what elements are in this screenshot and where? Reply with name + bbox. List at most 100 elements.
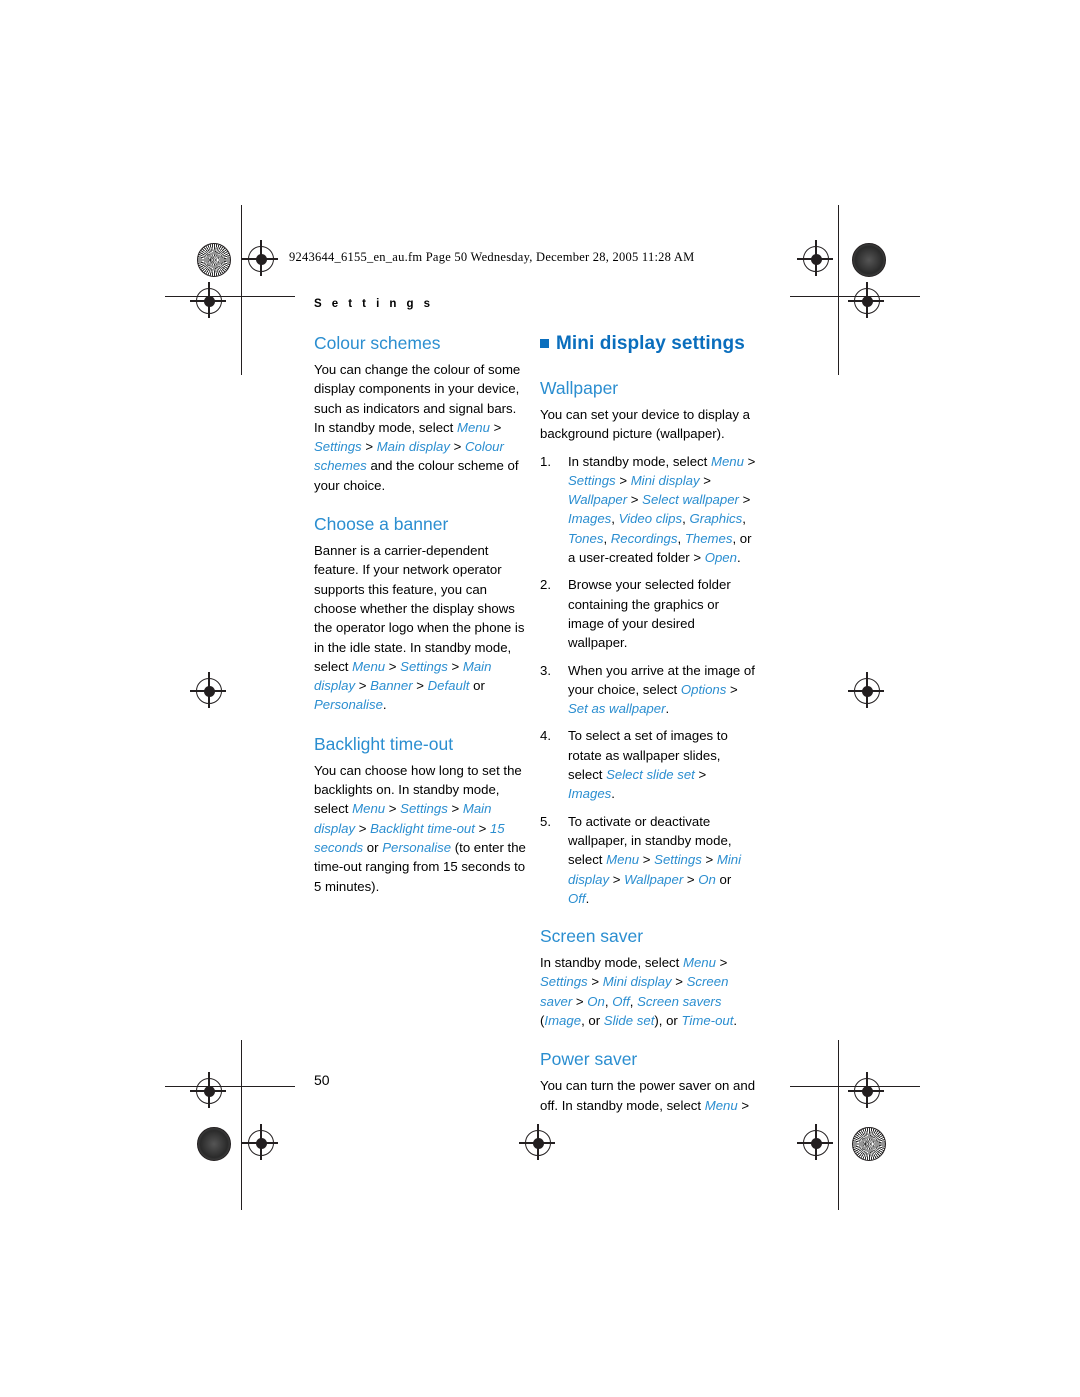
menu-path-menu: Menu bbox=[456, 419, 490, 435]
paragraph-colour-schemes: You can change the colour of some displa… bbox=[314, 360, 526, 495]
path-sep: > bbox=[615, 472, 631, 488]
path-sep: > bbox=[738, 492, 751, 508]
list-item: 3. When you arrive at the image of your c… bbox=[540, 661, 756, 719]
path-sep: > bbox=[489, 419, 502, 435]
registration-target-right-upper bbox=[848, 282, 884, 318]
running-head: S e t t i n g s bbox=[314, 298, 434, 310]
heading-mini-display-settings: Mini display settings bbox=[540, 333, 756, 355]
text-screen-saver-tail: . bbox=[733, 1013, 738, 1029]
text-comma-or: , or bbox=[581, 1013, 604, 1029]
path-sep: > bbox=[699, 472, 711, 488]
menu-path-settings: Settings bbox=[314, 439, 362, 455]
text-comma: , bbox=[742, 511, 746, 527]
text-banner-tail: . bbox=[382, 697, 387, 713]
wallpaper-steps-list: 1. In standby mode, select Menu > Setting… bbox=[540, 452, 756, 909]
step-text-tail: . bbox=[585, 890, 590, 906]
path-sep: > bbox=[627, 492, 643, 508]
text-or: or bbox=[363, 839, 383, 855]
path-sep: > bbox=[715, 955, 728, 971]
registration-target-left-middle bbox=[190, 672, 226, 708]
rosette-mark-bottom-right bbox=[852, 1127, 886, 1161]
path-sep: > bbox=[361, 439, 377, 455]
registration-target-right-middle bbox=[848, 672, 884, 708]
page-number: 50 bbox=[314, 1072, 330, 1088]
menu-path-on: On bbox=[587, 993, 605, 1009]
step-text-tail: . bbox=[611, 786, 615, 802]
path-sep: > bbox=[694, 767, 707, 783]
path-sep: > bbox=[450, 439, 466, 455]
text-comma: , bbox=[677, 530, 685, 546]
crop-line-bottom-left bbox=[165, 1086, 295, 1087]
path-sep: > bbox=[683, 871, 699, 887]
menu-path-main-display: Main display bbox=[376, 439, 450, 455]
step-number: 1. bbox=[540, 453, 551, 469]
path-sep: > bbox=[572, 993, 588, 1009]
step-number: 3. bbox=[540, 662, 551, 678]
rosette-mark-top-right bbox=[852, 243, 886, 277]
text-or: or bbox=[469, 678, 485, 694]
crop-line-left-lower bbox=[241, 1040, 242, 1210]
menu-path-settings: Settings bbox=[540, 974, 588, 990]
menu-path-graphics: Graphics bbox=[689, 511, 743, 527]
step-number: 5. bbox=[540, 813, 551, 829]
menu-path-settings: Settings bbox=[654, 852, 702, 868]
registration-target-left-lower bbox=[190, 1072, 226, 1108]
text-or: or bbox=[715, 871, 732, 887]
heading-mini-display-settings-label: Mini display settings bbox=[556, 333, 745, 354]
menu-path-off: Off bbox=[568, 890, 586, 906]
menu-path-menu: Menu bbox=[704, 1097, 738, 1113]
menu-path-menu: Menu bbox=[606, 852, 640, 868]
paragraph-choose-a-banner: Banner is a carrier-dependent feature. I… bbox=[314, 541, 526, 715]
heading-backlight-time-out: Backlight time-out bbox=[314, 733, 454, 754]
menu-path-mini-display: Mini display bbox=[602, 974, 672, 990]
path-sep: > bbox=[355, 820, 371, 836]
list-item: 2. Browse your selected folder containing… bbox=[540, 575, 756, 652]
heading-choose-a-banner: Choose a banner bbox=[314, 514, 449, 535]
menu-path-recordings: Recordings bbox=[610, 530, 678, 546]
path-sep: > bbox=[474, 820, 490, 836]
path-sep: > bbox=[701, 852, 717, 868]
bullet-square-icon bbox=[540, 339, 549, 348]
menu-path-wallpaper: Wallpaper bbox=[568, 492, 628, 508]
path-sep: > bbox=[385, 801, 401, 817]
menu-path-wallpaper: Wallpaper bbox=[624, 871, 684, 887]
step-text-tail: . bbox=[665, 701, 670, 717]
list-item: 1. In standby mode, select Menu > Setting… bbox=[540, 452, 756, 568]
menu-path-images: Images bbox=[568, 511, 612, 527]
menu-path-on: On bbox=[698, 871, 716, 887]
menu-path-video-clips: Video clips bbox=[618, 511, 683, 527]
menu-path-menu: Menu bbox=[352, 801, 386, 817]
path-sep: > bbox=[743, 453, 756, 469]
registration-target-left-upper bbox=[190, 282, 226, 318]
heading-power-saver: Power saver bbox=[540, 1049, 638, 1070]
registration-target-bottom-right bbox=[797, 1124, 833, 1160]
menu-path-time-out: Time-out bbox=[681, 1013, 734, 1029]
list-item: 4. To select a set of images to rotate as… bbox=[540, 726, 756, 803]
left-column: Colour schemes You can change the colour… bbox=[314, 333, 526, 896]
menu-path-backlight-time-out: Backlight time-out bbox=[370, 820, 475, 836]
menu-path-personalise: Personalise bbox=[382, 839, 452, 855]
menu-path-banner: Banner bbox=[370, 678, 413, 694]
paragraph-power-saver: You can turn the power saver on and off.… bbox=[540, 1076, 756, 1115]
crop-line-right-lower bbox=[838, 1040, 839, 1210]
menu-path-menu: Menu bbox=[682, 955, 716, 971]
registration-target-top-left bbox=[242, 240, 278, 276]
menu-path-select-wallpaper: Select wallpaper bbox=[642, 492, 739, 508]
path-sep: > bbox=[447, 801, 463, 817]
heading-colour-schemes: Colour schemes bbox=[314, 333, 441, 353]
paragraph-screen-saver: In standby mode, select Menu > Settings … bbox=[540, 953, 756, 1030]
menu-path-image: Image bbox=[544, 1013, 582, 1029]
menu-path-set-as-wallpaper: Set as wallpaper bbox=[568, 701, 666, 717]
path-sep: > bbox=[385, 658, 401, 674]
menu-path-tones: Tones bbox=[568, 530, 604, 546]
registration-target-bottom-left bbox=[242, 1124, 278, 1160]
menu-path-menu: Menu bbox=[710, 453, 744, 469]
step-text-lead: In standby mode, select bbox=[568, 453, 711, 469]
registration-target-bottom-center bbox=[519, 1124, 555, 1160]
path-sep: > bbox=[587, 974, 603, 990]
path-sep: > bbox=[355, 678, 371, 694]
menu-path-screen-savers: Screen savers bbox=[637, 993, 722, 1009]
menu-path-settings: Settings bbox=[400, 801, 448, 817]
crop-line-bottom-right bbox=[790, 1086, 920, 1087]
path-sep: > bbox=[726, 681, 738, 697]
